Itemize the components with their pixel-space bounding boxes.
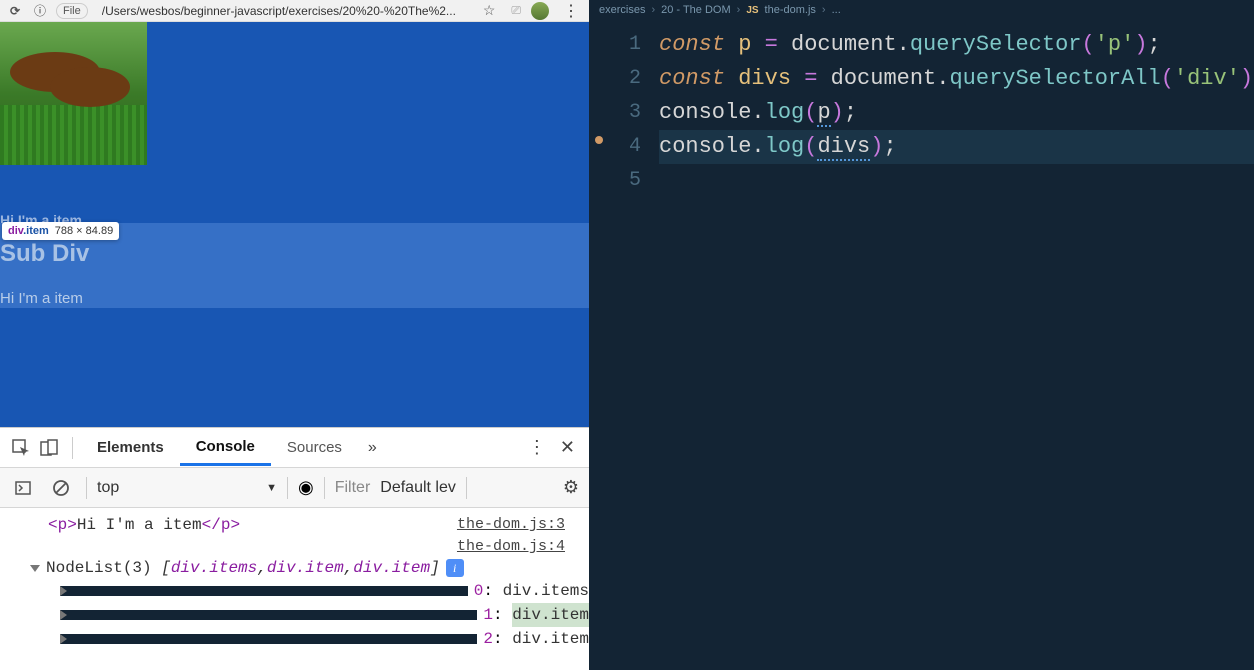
browser-menu-icon[interactable]: ⋮ (559, 1, 583, 21)
disclosure-triangle-icon[interactable] (60, 610, 477, 620)
console-source-link[interactable]: the-dom.js:4 (457, 538, 579, 555)
inspect-dimensions: 788 × 84.89 (55, 225, 113, 237)
disclosure-triangle-icon[interactable] (60, 634, 477, 644)
tab-console[interactable]: Console (180, 430, 271, 466)
console-log-row[interactable]: <p>Hi I'm a item</p> the-dom.js:3 (0, 514, 589, 536)
disclosure-triangle-icon[interactable] (30, 565, 40, 572)
console-settings-icon[interactable]: ⚙ (563, 477, 579, 498)
extension-icon[interactable]: ⎚ (511, 3, 521, 18)
code-editor: exercises› 20 - The DOM› JSthe-dom.js›..… (589, 0, 1254, 670)
bookmark-star-icon[interactable]: ☆ (483, 2, 496, 19)
breadcrumb[interactable]: exercises› 20 - The DOM› JSthe-dom.js›..… (589, 0, 1254, 20)
execution-context-select[interactable]: top▼ (97, 477, 277, 499)
live-expression-icon[interactable]: ◉ (298, 477, 314, 498)
tab-sources[interactable]: Sources (271, 431, 358, 464)
console-output: <p>Hi I'm a item</p> the-dom.js:3 the-do… (0, 508, 589, 670)
code-area[interactable]: const p = document.querySelector('p'); c… (659, 28, 1254, 198)
browser-toolbar: ⟳ ⓘ File /Users/wesbos/beginner-javascri… (0, 0, 589, 22)
page-viewport: Hi I'm a item Sub Div Hi I'm a item div.… (0, 22, 589, 427)
log-levels-select[interactable]: Default lev (380, 479, 456, 497)
nodelist-child[interactable]: 2: div.item (0, 627, 589, 651)
console-log-row[interactable]: the-dom.js:4 (0, 536, 589, 557)
nodelist-child[interactable]: 1: div.item (0, 603, 589, 627)
modified-line-dot-icon (595, 136, 603, 144)
console-source-link[interactable]: the-dom.js:3 (457, 516, 579, 534)
origin-chip[interactable]: File (56, 3, 88, 19)
devtools-close-icon[interactable]: ✕ (560, 437, 575, 458)
info-icon[interactable]: i (446, 559, 464, 577)
item-text-2: Hi I'm a item (0, 290, 83, 307)
console-sidebar-toggle-icon[interactable] (10, 475, 36, 501)
clear-console-icon[interactable] (48, 475, 74, 501)
tab-elements[interactable]: Elements (81, 431, 180, 464)
device-toolbar-icon[interactable] (36, 435, 62, 461)
console-toolbar: top▼ ◉ Filter Default lev ⚙ (0, 468, 589, 508)
devtools-tab-bar: Elements Console Sources » ⋮ ✕ (0, 428, 589, 468)
address-bar[interactable]: /Users/wesbos/beginner-javascript/exerci… (102, 4, 467, 18)
line-gutter[interactable]: 1 2 3 4 5 (589, 20, 655, 670)
tabs-overflow-icon[interactable]: » (358, 433, 387, 463)
devtools-menu-icon[interactable]: ⋮ (528, 437, 546, 458)
disclosure-triangle-icon[interactable] (60, 586, 468, 596)
console-filter-input[interactable]: Filter (335, 479, 371, 497)
nodelist-row[interactable]: NodeList(3) [ div.items, div.item, div.i… (0, 557, 589, 579)
nodelist-child[interactable]: 0: div.items (0, 579, 589, 603)
inspect-element-icon[interactable] (8, 435, 34, 461)
reload-icon[interactable]: ⟳ (6, 2, 24, 20)
site-info-icon[interactable]: ⓘ (34, 2, 46, 19)
profile-avatar[interactable] (531, 2, 549, 20)
puppy-image (0, 22, 147, 165)
devtools-panel: Elements Console Sources » ⋮ ✕ top▼ (0, 427, 589, 670)
inspect-tooltip: div.item 788 × 84.89 (2, 222, 119, 240)
